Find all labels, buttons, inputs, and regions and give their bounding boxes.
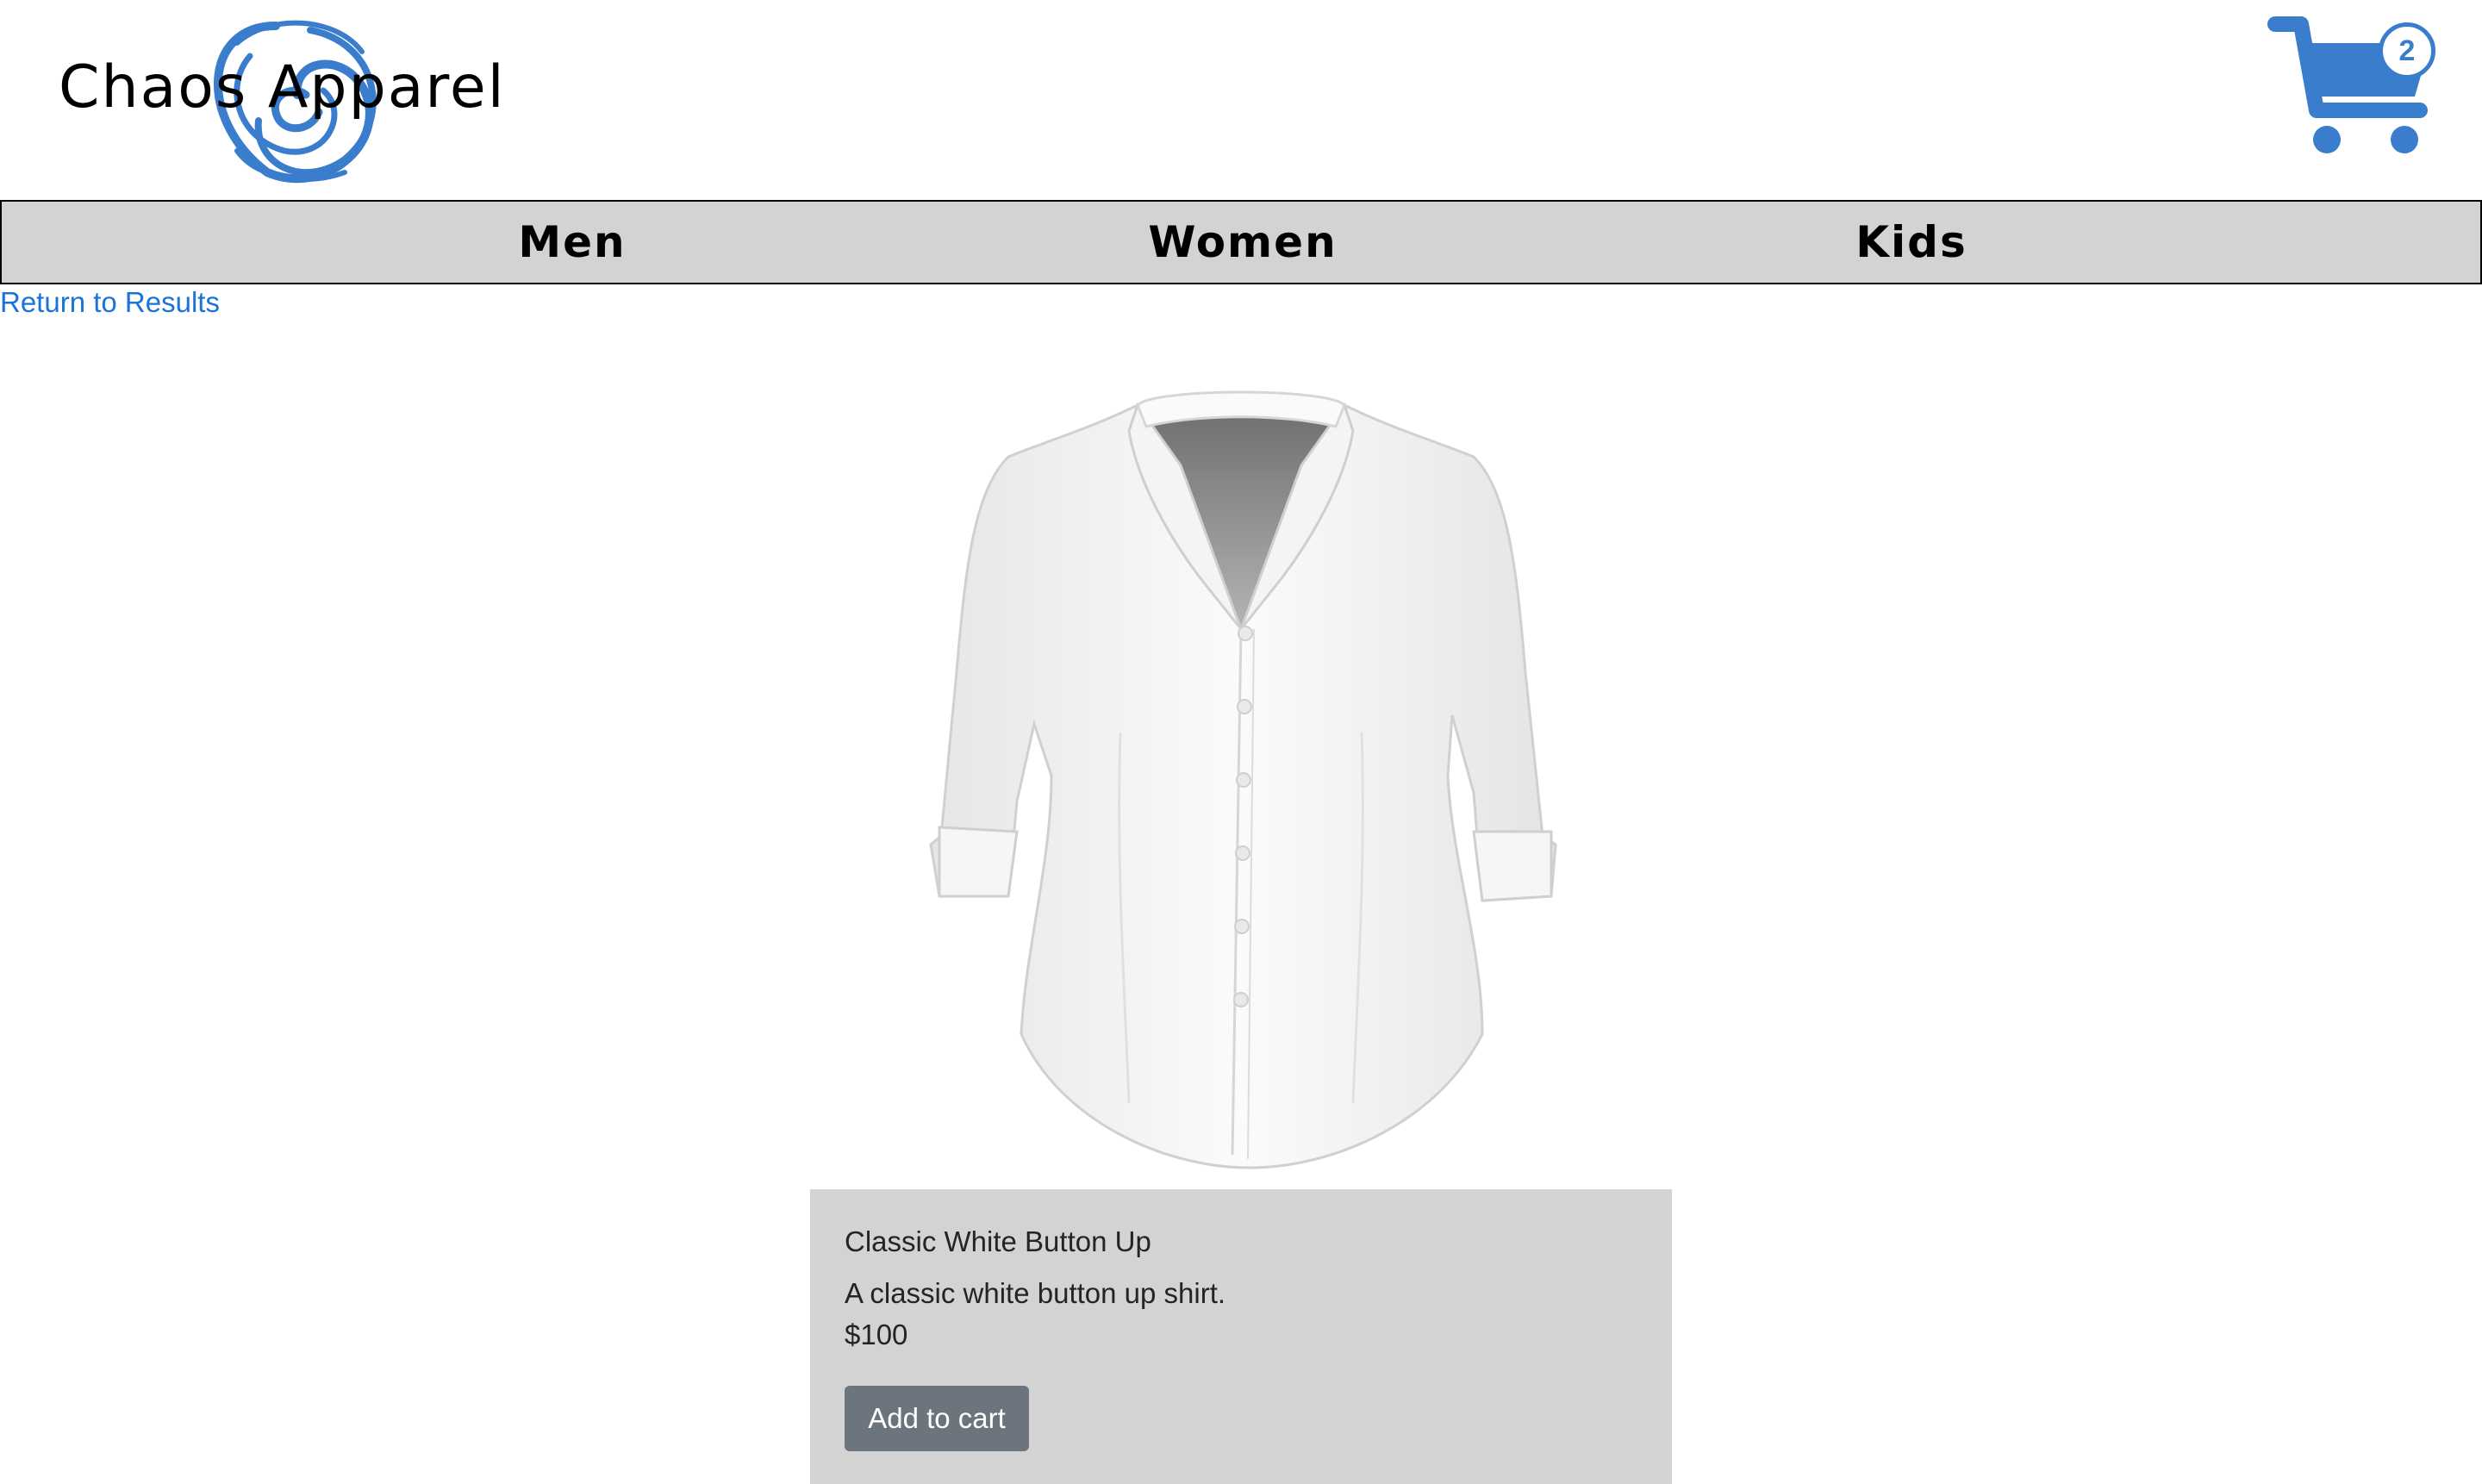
product-title: Classic White Button Up bbox=[845, 1225, 1151, 1257]
return-to-results-link[interactable]: Return to Results bbox=[0, 286, 220, 319]
product-price: $100 bbox=[845, 1319, 908, 1350]
shirt-image bbox=[929, 390, 1557, 1169]
nav-item-kids[interactable]: Kids bbox=[1855, 217, 1967, 267]
product-image bbox=[922, 345, 1560, 1172]
logo-text: Chaos Apparel bbox=[59, 53, 506, 122]
product-info-panel: Classic White Button Up A classic white … bbox=[810, 1189, 1672, 1484]
cart-button[interactable]: 2 bbox=[2267, 9, 2439, 164]
category-nav: Men Women Kids bbox=[0, 200, 2482, 284]
logo[interactable]: Chaos Apparel bbox=[52, 9, 534, 190]
page: Chaos Apparel 2 Men Women Kids Return to… bbox=[0, 0, 2482, 1484]
nav-item-men[interactable]: Men bbox=[518, 217, 626, 267]
cart-count-badge: 2 bbox=[2379, 22, 2435, 79]
add-to-cart-button[interactable]: Add to cart bbox=[845, 1386, 1029, 1451]
product-description: A classic white button up shirt. bbox=[845, 1277, 1226, 1309]
nav-item-women[interactable]: Women bbox=[1148, 217, 1337, 267]
